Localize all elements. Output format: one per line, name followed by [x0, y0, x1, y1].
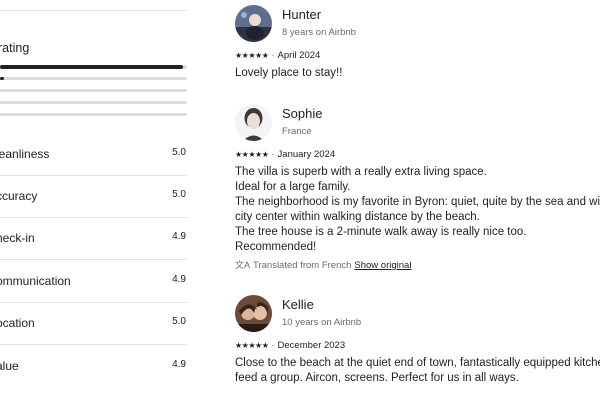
- rating-bar-fill: [0, 65, 184, 69]
- category-name: ommunication: [0, 274, 71, 288]
- reviewer-tenure: 8 years on Airbnb: [282, 27, 356, 38]
- divider: [0, 10, 187, 11]
- avatar[interactable]: [235, 5, 272, 42]
- review-text: Lovely place to stay!!: [235, 66, 342, 81]
- review-line: Lovely place to stay!!: [235, 67, 343, 79]
- reviewer-name[interactable]: Kellie: [282, 297, 314, 312]
- reviewer-name[interactable]: Sophie: [282, 106, 322, 121]
- star-rating: ★★★★★: [235, 150, 269, 159]
- rating-bar-3: [0, 89, 187, 92]
- translated-label: Translated from French: [253, 260, 352, 271]
- divider: [0, 259, 187, 260]
- translate-icon: 文A: [235, 260, 251, 270]
- category-name: alue: [0, 359, 19, 373]
- category-score: 5.0: [172, 189, 186, 200]
- avatar[interactable]: [235, 104, 272, 141]
- reviewer-name[interactable]: Hunter: [282, 7, 321, 22]
- overall-rating-label: rating: [0, 41, 30, 55]
- review-meta: ★★★★★ · January 2024: [235, 149, 335, 160]
- review-line: The tree house is a 2-minute walk away i…: [235, 226, 527, 238]
- review-line: Ideal for a large family.: [235, 181, 351, 193]
- reviewer-location: France: [282, 126, 312, 137]
- category-name: heck-in: [0, 231, 35, 245]
- review-line: city center within walking distance by t…: [235, 211, 480, 223]
- review-meta: ★★★★★ · December 2023: [235, 340, 345, 351]
- rating-bar-fill: [0, 77, 4, 80]
- separator-dot: ·: [271, 50, 275, 61]
- review-date: April 2024: [277, 50, 321, 61]
- separator-dot: ·: [271, 149, 275, 160]
- review-date: January 2024: [277, 149, 336, 160]
- star-rating: ★★★★★: [235, 51, 269, 60]
- category-name: leanliness: [0, 147, 50, 161]
- category-score: 4.9: [172, 231, 186, 242]
- review-line: The villa is superb with a really extra …: [235, 166, 487, 178]
- review-line: The neighborhood is my favorite in Byron…: [235, 196, 600, 208]
- rating-bar-5: [0, 65, 187, 69]
- rating-bar-4: [0, 77, 187, 80]
- category-score: 5.0: [172, 316, 186, 327]
- category-score: 4.9: [172, 274, 186, 285]
- category-name: ccuracy: [0, 189, 38, 203]
- avatar[interactable]: [235, 295, 272, 332]
- translation-note: 文A Translated from French Show original: [235, 258, 411, 271]
- rating-breakdown: rating leanliness 5.0 ccuracy 5.0 heck-i…: [0, 0, 187, 400]
- review-line: Recommended!: [235, 241, 317, 253]
- reviewer-tenure: 10 years on Airbnb: [282, 317, 362, 328]
- review-line: feed a group. Aircon, screens. Perfect f…: [235, 372, 519, 384]
- category-rating-location: ocation 5.0: [0, 303, 187, 345]
- category-rating-communication: ommunication 4.9: [0, 261, 187, 303]
- category-rating-cleanliness: leanliness 5.0: [0, 134, 187, 176]
- review-line: Close to the beach at the quiet end of t…: [235, 357, 600, 369]
- category-score: 5.0: [172, 147, 186, 158]
- rating-bar-1: [0, 113, 187, 116]
- review-date: December 2023: [277, 340, 346, 351]
- category-rating-accuracy: ccuracy 5.0: [0, 176, 187, 218]
- divider: [0, 344, 187, 345]
- review-text: Close to the beach at the quiet end of t…: [235, 356, 600, 386]
- category-rating-value: alue 4.9: [0, 346, 187, 388]
- review-text: The villa is superb with a really extra …: [235, 165, 600, 255]
- category-name: ocation: [0, 316, 35, 330]
- show-original-link[interactable]: Show original: [354, 260, 411, 271]
- review-meta: ★★★★★ · April 2024: [235, 50, 320, 61]
- separator-dot: ·: [271, 340, 275, 351]
- rating-bar-2: [0, 101, 187, 104]
- category-score: 4.9: [172, 359, 186, 370]
- category-rating-check-in: heck-in 4.9: [0, 218, 187, 260]
- star-rating: ★★★★★: [235, 341, 269, 350]
